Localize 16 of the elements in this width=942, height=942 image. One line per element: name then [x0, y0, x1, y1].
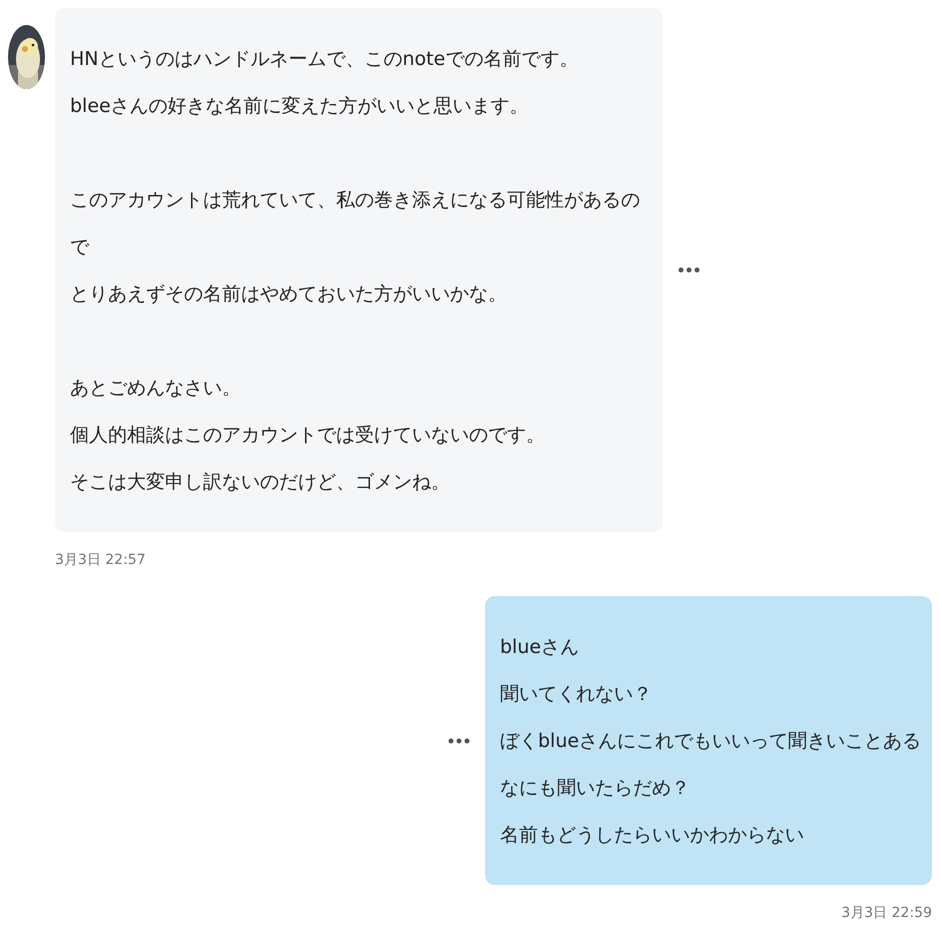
message-text: bleeさんの好きな名前に変えた方がいいと思います。 — [70, 94, 530, 119]
message-text: blueさん — [500, 635, 580, 660]
message-text: このアカウントは荒れていて、私の巻き添えになる可能性があるので — [70, 188, 641, 260]
message-text: ぼくblueさんにこれでもいいって聞きいことある — [500, 729, 917, 754]
message-text: あとごめんなさい。 — [70, 376, 242, 401]
message-text: 個人的相談はこのアカウントでは受けていないのです。 — [70, 423, 546, 448]
more-icon[interactable] — [448, 738, 470, 744]
more-icon[interactable] — [678, 267, 700, 273]
message-text: とりあえずその名前はやめておいた方がいいかな。 — [70, 282, 508, 307]
message-text: HNというのはハンドルネームで、このnoteでの名前です。 — [70, 47, 580, 72]
timestamp: 3月3日 22:57 — [55, 552, 146, 568]
message-text: 聞いてくれない？ — [500, 682, 653, 707]
message-text: そこは大変申し訳ないのだけど、ゴメンね。 — [70, 470, 451, 495]
message-text: 名前もどうしたらいいかわからない — [500, 823, 805, 848]
message-text: なにも聞いたらだめ？ — [500, 776, 691, 801]
timestamp: 3月3日 22:59 — [841, 905, 932, 921]
